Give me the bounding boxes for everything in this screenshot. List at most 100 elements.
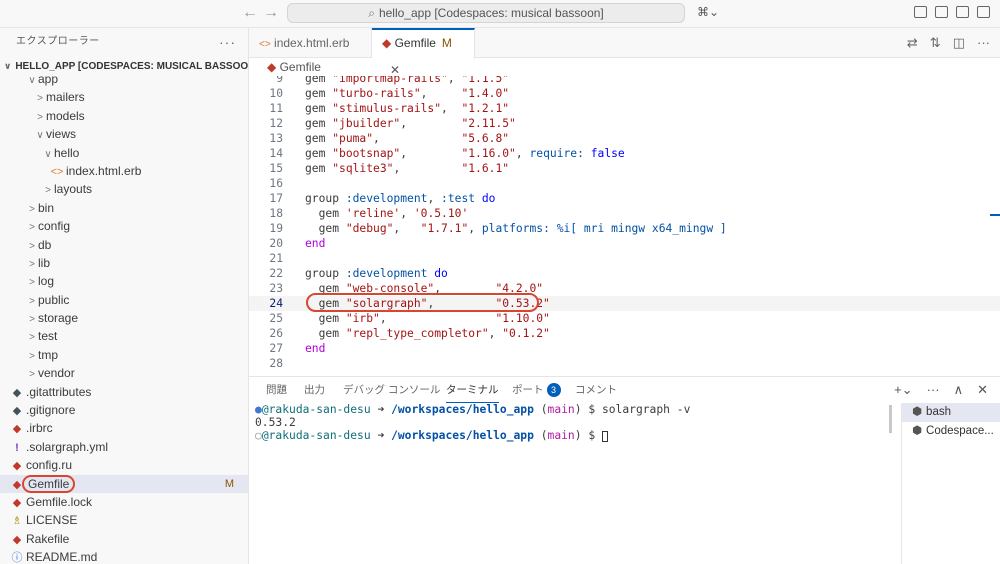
tab-gemfile[interactable]: ◆ Gemfile M ✕	[372, 28, 475, 77]
tree-item-app[interactable]: ∨ app	[0, 70, 248, 88]
terminal-command: solargraph -v	[601, 403, 691, 416]
close-icon[interactable]: ✕	[390, 63, 400, 77]
line-number: 23	[269, 282, 283, 295]
count-badge: 3	[546, 383, 561, 397]
terminal-output: 0.53.2	[255, 416, 296, 429]
tree-item-lib[interactable]: > lib	[0, 254, 248, 272]
code-line: 14 gem "bootsnap", "1.16.0", require: fal…	[249, 146, 1000, 161]
panel-actions: +⌄ ··· ∧ ✕	[894, 382, 988, 398]
terminal-list-item-codespace[interactable]: ⬢ Codespace...	[902, 422, 1000, 441]
terminal-icon: ⬢	[912, 406, 923, 418]
line-number: 13	[269, 132, 283, 145]
line-code: gem "stimulus-rails", "1.2.1"	[305, 102, 510, 115]
tree-item-label: bin	[38, 200, 55, 215]
tab-index-html-erb[interactable]: <> index.html.erb	[249, 28, 372, 58]
code-line: 26 gem "repl_type_completor", "0.1.2"	[249, 326, 1000, 341]
tree-item-layouts[interactable]: > layouts	[0, 180, 248, 198]
tree-item-label: log	[38, 274, 55, 289]
panel-tab[interactable]: 問題	[266, 377, 287, 403]
code-line: 22 group :development do	[249, 266, 1000, 281]
prompt-arrow: ➜	[377, 403, 385, 416]
ruby-file-icon: ◆	[382, 36, 392, 50]
tree-item-label: .irbrc	[26, 421, 53, 436]
line-number: 26	[269, 327, 283, 340]
tab-label: index.html.erb	[274, 36, 350, 50]
open-changes-icon[interactable]: ⇅	[930, 35, 941, 51]
tree-item-label: test	[38, 329, 58, 344]
tree-item-mailers[interactable]: > mailers	[0, 88, 248, 106]
tree-item-irbrc[interactable]: ◆ .irbrc	[0, 419, 248, 437]
layout-controls	[914, 6, 990, 18]
tree-item-gemfile-lock[interactable]: ◆ Gemfile.lock	[0, 493, 248, 511]
code-editor[interactable]: 9 gem "importmap-rails", "1.1.5" 10 gem "tu…	[249, 76, 1000, 376]
tree-item-rakefile[interactable]: ◆ Rakefile	[0, 530, 248, 548]
tree-item-index-html-erb[interactable]: <> index.html.erb	[0, 162, 248, 180]
split-editor-icon[interactable]: ◫	[953, 35, 965, 51]
tree-item-config[interactable]: > config	[0, 217, 248, 235]
terminal[interactable]: ●@rakuda-san-desu ➜ /workspaces/hello_ap…	[249, 403, 894, 563]
back-arrow-icon[interactable]: ←	[242, 4, 258, 22]
tree-item-gitattributes[interactable]: ◆ .gitattributes	[0, 383, 248, 401]
tree-item-vendor[interactable]: > vendor	[0, 364, 248, 382]
command-center-search[interactable]: ⌕ hello_app [Codespaces: musical bassoon]	[287, 3, 685, 23]
tree-item-db[interactable]: > db	[0, 236, 248, 254]
terminal-list-item-bash[interactable]: ⬢ bash	[902, 403, 1000, 422]
code-line: 21	[249, 251, 1000, 266]
panel-tab[interactable]: デバッグ コンソール	[343, 377, 440, 403]
tree-item-solargraph-yml[interactable]: ! .solargraph.yml	[0, 438, 248, 456]
scrollbar-marker[interactable]	[990, 214, 1000, 216]
more-actions-icon[interactable]: ···	[219, 28, 236, 56]
panel-tab[interactable]: コメント	[575, 377, 617, 403]
modified-badge: M	[441, 36, 452, 50]
tree-item-test[interactable]: > test	[0, 327, 248, 345]
terminal-scrollbar[interactable]	[889, 405, 892, 433]
tree-item-public[interactable]: > public	[0, 291, 248, 309]
panel-tab[interactable]: ポート 3	[512, 377, 561, 403]
tree-item-models[interactable]: > models	[0, 107, 248, 125]
tree-item-label: views	[46, 127, 77, 142]
tree-item-label: models	[46, 108, 85, 123]
new-terminal-icon[interactable]: +⌄	[894, 382, 912, 398]
tree-item-gemfile[interactable]: ◆ Gemfile M	[0, 474, 248, 493]
line-code: gem "repl_type_completor", "0.1.2"	[305, 327, 550, 340]
tree-item-license[interactable]: ♗ LICENSE	[0, 511, 248, 529]
tree-item-tmp[interactable]: > tmp	[0, 346, 248, 364]
panel-tab-label: デバッグ コンソール	[343, 384, 441, 396]
toggle-primary-sidebar-icon[interactable]	[935, 6, 948, 18]
terminal-user: @rakuda-san-desu	[261, 429, 371, 442]
panel-tab-label: ポート	[512, 384, 544, 396]
panel-tab-label: 問題	[266, 384, 287, 396]
tree-item-bin[interactable]: > bin	[0, 199, 248, 217]
panel-tab-label: コメント	[575, 384, 617, 396]
tree-item-gitignore[interactable]: ◆ .gitignore	[0, 401, 248, 419]
tree-item-storage[interactable]: > storage	[0, 309, 248, 327]
code-line: 20 end	[249, 236, 1000, 251]
code-line: 12 gem "jbuilder", "2.11.5"	[249, 116, 1000, 131]
ruby-file-icon: ◆	[12, 460, 22, 473]
tree-item-log[interactable]: > log	[0, 272, 248, 290]
copilot-icon[interactable]: ⌘⌄	[697, 5, 719, 19]
customize-layout-icon[interactable]	[977, 6, 990, 18]
tree-item-hello[interactable]: ∨ hello	[0, 144, 248, 162]
panel-tab[interactable]: ターミナル	[446, 377, 499, 403]
tree-item-config-ru[interactable]: ◆ config.ru	[0, 456, 248, 474]
line-number: 12	[269, 117, 283, 130]
line-number: 10	[269, 87, 283, 100]
more-actions-icon[interactable]: ···	[977, 35, 990, 51]
close-panel-icon[interactable]: ✕	[977, 382, 988, 398]
maximize-panel-icon[interactable]: ∧	[954, 382, 964, 398]
line-number: 24	[269, 297, 283, 310]
tree-item-label: db	[38, 237, 52, 252]
breadcrumb[interactable]: ◆ Gemfile	[249, 58, 1000, 76]
forward-arrow-icon[interactable]: →	[263, 4, 279, 22]
tree-item-views[interactable]: ∨ views	[0, 125, 248, 143]
compare-changes-icon[interactable]: ⇄	[907, 35, 918, 51]
toggle-panel-icon[interactable]	[956, 6, 969, 18]
panel-tab[interactable]: 出力	[304, 377, 325, 403]
more-actions-icon[interactable]: ···	[927, 382, 940, 398]
bottom-panel: 問題 出力 デバッグ コンソール ターミナル ポート 3 コメント +⌄ ··· ∧ ✕ ●…	[249, 376, 1000, 564]
line-number: 22	[269, 267, 283, 280]
tree-item-readme-md[interactable]: ⓘ README.md	[0, 548, 248, 564]
toggle-sidebar-icon[interactable]	[914, 6, 927, 18]
tree-item-label: .gitignore	[26, 403, 76, 418]
